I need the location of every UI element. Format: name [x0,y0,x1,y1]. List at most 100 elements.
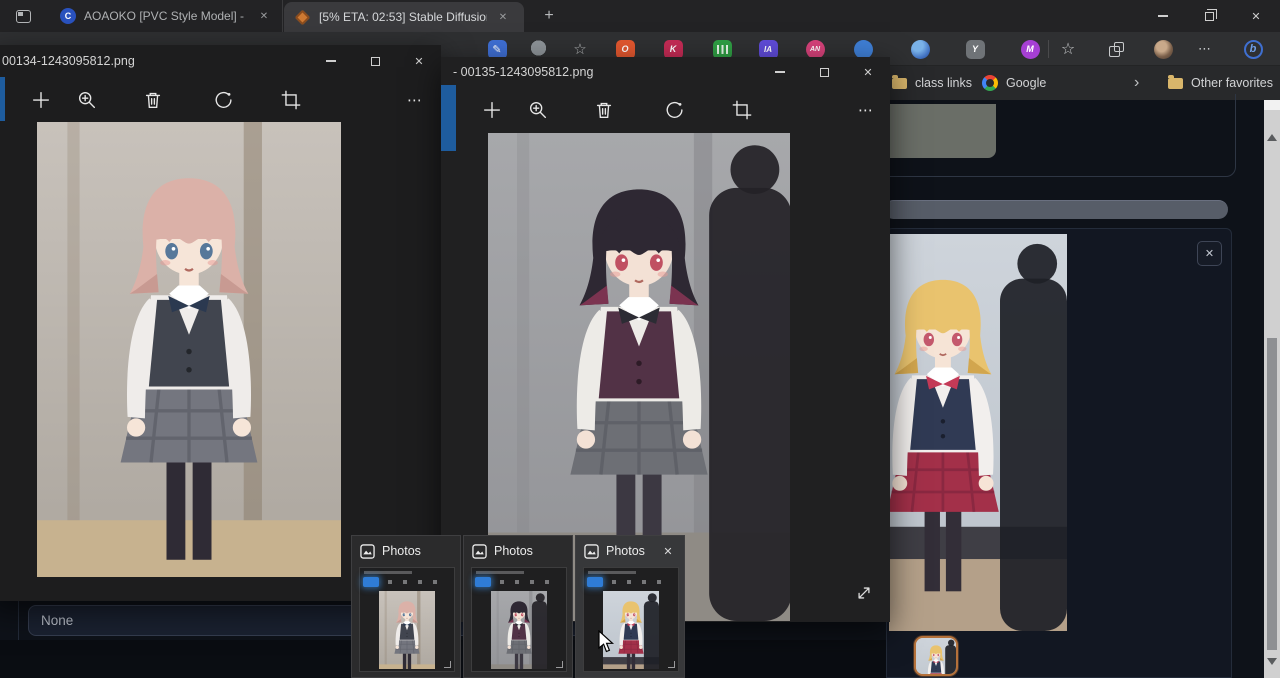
favorites-star-icon[interactable]: ☆ [1058,39,1078,59]
google-g-icon [982,75,998,91]
photos-app-icon [360,544,375,559]
preview-close-button[interactable]: ✕ [660,545,676,558]
dot-extension-icon[interactable] [853,39,873,59]
fullscreen-button[interactable] [853,582,875,604]
taskbar-preview-photos-1[interactable]: Photos [351,535,461,678]
mini-photo-2 [491,591,547,669]
photos-minimize-button[interactable] [309,45,353,77]
photos-toolbar: ⋯ [441,87,890,133]
crop-button[interactable] [271,80,311,120]
civitai-favicon-icon: C [60,8,76,24]
progress-bar [884,200,1228,219]
scroll-up-arrow-icon[interactable] [1267,134,1277,141]
mini-accent-button [363,577,379,587]
see-more-button[interactable]: ⋯ [395,80,435,120]
see-more-button[interactable]: ⋯ [846,90,886,130]
restore-icon [1205,12,1214,21]
maximize-icon [820,68,829,77]
style-dropdown-value: None [41,613,73,628]
browser-close-button[interactable]: ✕ [1232,0,1280,32]
delete-button[interactable] [584,90,624,130]
mini-toolbar-icon [530,580,534,584]
taskbar-preview-photos-3[interactable]: Photos ✕ [575,535,685,678]
profile-avatar-icon[interactable] [1153,39,1173,59]
mini-title-text [476,571,524,574]
photos-minimize-button[interactable] [758,57,802,87]
gallery-selected-thumbnail[interactable] [914,636,958,676]
collections-icon[interactable] [1105,39,1125,59]
m-extension-icon[interactable]: M [1020,39,1040,59]
globe-extension-icon[interactable] [910,39,930,59]
desktop: C AOAOKO [PVC Style Model] - PV ✕ [5% ET… [0,0,1280,678]
an-extension-icon[interactable]: AN [805,39,825,59]
browser-tab-bar: C AOAOKO [PVC Style Model] - PV ✕ [5% ET… [0,0,1280,32]
page-scrollbar[interactable] [1264,100,1280,678]
o-extension-icon[interactable]: O [615,39,635,59]
mini-title-text [364,571,412,574]
preview-thumbnail-window[interactable] [583,567,679,672]
photos-title-bar[interactable]: 00134-1243095812.png ✕ [0,45,441,77]
ia-extension-icon[interactable]: IA [758,39,778,59]
mini-photo-3 [603,591,659,669]
mini-toolbar-icon [388,580,392,584]
mini-accent-button [587,577,603,587]
mini-toolbar-icon [500,580,504,584]
add-button[interactable] [21,80,61,120]
photos-close-button[interactable]: ✕ [846,57,890,87]
tab-list-button[interactable] [12,7,34,25]
mini-toolbar-icon [515,580,519,584]
zoom-button[interactable] [67,80,107,120]
rotate-button[interactable] [654,90,694,130]
new-tab-button[interactable]: + [536,4,562,28]
photos-window-1: 00134-1243095812.png ✕ ⋯ [0,45,441,601]
rotate-button[interactable] [203,80,243,120]
preview-thumbnail-window[interactable] [471,567,567,672]
tab-close-icon[interactable]: ✕ [256,8,272,24]
close-icon: ✕ [1251,10,1260,23]
browser-restore-button[interactable] [1186,0,1232,32]
crop-button[interactable] [722,90,762,130]
photos-title-bar[interactable]: - 00135-1243095812.png ✕ [441,57,890,87]
zoom-button[interactable] [518,90,558,130]
k-extension-icon[interactable]: K [663,39,683,59]
mini-photo-1 [379,591,435,669]
browser-tab-civitai[interactable]: C AOAOKO [PVC Style Model] - PV ✕ [50,0,283,32]
ghost-extension-icon[interactable] [528,39,548,59]
y-extension-icon[interactable]: Y [965,39,985,59]
star-outline-icon[interactable]: ☆ [570,39,590,59]
generated-image-preview[interactable] [889,234,1067,631]
browser-minimize-button[interactable] [1140,0,1186,32]
preview-app-label: Photos [494,544,533,558]
rotate-icon [212,89,234,111]
mini-toolbar-icon [642,580,646,584]
accent-strip [441,85,456,151]
more-menu-icon[interactable]: ⋯ [1195,39,1215,59]
taskbar-preview-photos-2[interactable]: Photos [463,535,573,678]
scroll-down-arrow-icon[interactable] [1267,658,1277,665]
minimize-icon [775,71,785,73]
magnifier-plus-icon [527,99,549,121]
scrollbar-thumb[interactable] [1267,338,1277,650]
favorite-label: Other favorites [1191,76,1273,90]
photos-maximize-button[interactable] [802,57,846,87]
bing-discover-icon[interactable]: b [1243,39,1263,59]
photos-app-icon [584,544,599,559]
minimize-icon [1158,15,1168,17]
gallery-close-button[interactable]: ✕ [1197,241,1222,266]
tab-title: AOAOKO [PVC Style Model] - PV [84,9,248,23]
add-icon [481,99,503,121]
favorite-label: Google [1006,76,1046,90]
mini-toolbar-icon [545,580,549,584]
photos-maximize-button[interactable] [353,45,397,77]
columns-extension-icon[interactable] [712,39,732,59]
preview-thumbnail-window[interactable] [359,567,455,672]
preview-app-label: Photos [382,544,421,558]
delete-button[interactable] [133,80,173,120]
add-button[interactable] [472,90,512,130]
photo-image-1[interactable] [37,122,341,577]
folder-icon [1168,78,1183,89]
browser-tab-stable-diffusion[interactable]: [5% ETA: 02:53] Stable Diffusion ✕ [284,2,524,32]
tab-close-icon[interactable]: ✕ [495,9,511,25]
pen-extension-icon[interactable]: ✎ [487,39,507,59]
photos-close-button[interactable]: ✕ [397,45,441,77]
